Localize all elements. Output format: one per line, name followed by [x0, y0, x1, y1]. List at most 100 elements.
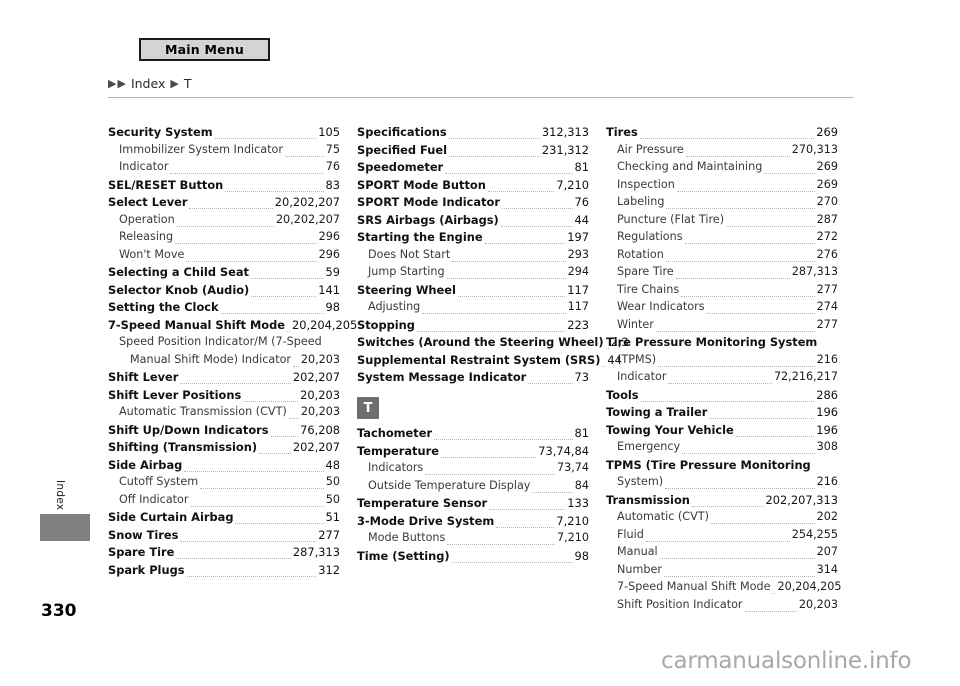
index-entry-leader	[735, 426, 815, 437]
index-entry[interactable]: Select Lever 20,202,207	[108, 194, 340, 210]
index-entry[interactable]: Speed Position Indicator/M (7-Speed	[108, 334, 340, 350]
index-entry[interactable]: Selector Knob (Audio) 141	[108, 282, 340, 298]
index-entry[interactable]: Security System 105	[108, 124, 340, 140]
index-entry[interactable]: SPORT Mode Indicator 76	[357, 194, 589, 210]
index-entry[interactable]: Emergency 308	[606, 439, 838, 455]
index-entry[interactable]: Setting the Clock 98	[108, 299, 340, 315]
index-entry[interactable]: Winter 277	[606, 317, 838, 333]
index-entry-page: 202,207	[292, 370, 340, 384]
index-entry[interactable]: Regulations 272	[606, 229, 838, 245]
index-entry[interactable]: Specifications 312,313	[357, 124, 589, 140]
index-entry[interactable]: Automatic Transmission (CVT) 20,203	[108, 404, 340, 420]
index-entry[interactable]: Spare Tire 287,313	[108, 544, 340, 560]
index-entry[interactable]: Won't Move 296	[108, 247, 340, 263]
index-entry-label: Rotation	[617, 247, 664, 261]
index-entry[interactable]: SEL/RESET Button 83	[108, 177, 340, 193]
index-entry[interactable]: (TPMS) 216	[606, 352, 838, 368]
index-entry[interactable]: Starting the Engine 197	[357, 229, 589, 245]
index-entry[interactable]: Cutoff System 50	[108, 474, 340, 490]
index-entry[interactable]: 3-Mode Drive System 7,210	[357, 513, 589, 529]
index-entry[interactable]: Indicators 73,74	[357, 460, 589, 476]
index-entry-page: 202,207,313	[765, 492, 838, 507]
index-entry[interactable]: Tire Pressure Monitoring System	[606, 334, 838, 350]
index-entry-leader	[655, 321, 815, 332]
index-entry[interactable]: Spark Plugs 312	[108, 562, 340, 578]
index-entry[interactable]: Mode Buttons 7,210	[357, 530, 589, 546]
index-entry[interactable]: Off Indicator 50	[108, 492, 340, 508]
index-entry-page: 105	[318, 125, 340, 139]
index-entry-leader	[243, 391, 299, 402]
index-entry-label: Specified Fuel	[357, 142, 447, 157]
index-entry[interactable]: Immobilizer System Indicator 75	[108, 142, 340, 158]
index-entry[interactable]: Rotation 276	[606, 247, 838, 263]
index-entry[interactable]: Shift Position Indicator 20,203	[606, 597, 838, 613]
index-entry-label: Spare Tire	[108, 545, 175, 559]
index-entry[interactable]: 7-Speed Manual Shift Mode 20,204,205	[606, 579, 842, 595]
index-entry[interactable]: Outside Temperature Display 84	[357, 478, 589, 494]
index-entry[interactable]: Spare Tire 287,313	[606, 264, 838, 280]
index-entry[interactable]: Puncture (Flat Tire) 287	[606, 212, 838, 228]
index-entry[interactable]: SRS Airbags (Airbags) 44	[357, 212, 589, 228]
index-entry-page: 48	[325, 457, 341, 472]
breadcrumb-item-index[interactable]: Index	[131, 76, 165, 91]
index-entry[interactable]: Shift Up/Down Indicators 76,208	[108, 422, 340, 438]
index-entry[interactable]: Shift Lever 202,207	[108, 369, 340, 385]
index-entry-leader	[288, 408, 299, 419]
index-entry[interactable]: SPORT Mode Button 7,210	[357, 177, 589, 193]
index-entry[interactable]: Specified Fuel 231,312	[357, 142, 589, 158]
index-entry[interactable]: Checking and Maintaining 269	[606, 159, 838, 175]
index-entry[interactable]: Stopping 223	[357, 317, 589, 333]
index-entry[interactable]: Jump Starting 294	[357, 264, 589, 280]
index-entry[interactable]: System Message Indicator 73	[357, 369, 589, 385]
index-entry[interactable]: Air Pressure 270,313	[606, 142, 838, 158]
index-entry[interactable]: Side Airbag 48	[108, 457, 340, 473]
index-entry[interactable]: Tires 269	[606, 124, 838, 140]
index-entry[interactable]: TPMS (Tire Pressure Monitoring	[606, 457, 838, 473]
index-entry[interactable]: Releasing 296	[108, 229, 340, 245]
index-entry-page: 73,74	[556, 461, 589, 474]
index-entry[interactable]: Does Not Start 293	[357, 247, 589, 263]
index-entry[interactable]: Snow Tires 277	[108, 527, 340, 543]
index-entry[interactable]: Shifting (Transmission) 202,207	[108, 439, 340, 455]
index-entry-page: 7,210	[556, 531, 589, 544]
index-entry[interactable]: Manual Shift Mode) Indicator 20,203	[108, 352, 340, 368]
index-entry[interactable]: Automatic (CVT) 202	[606, 509, 838, 525]
index-entry[interactable]: Side Curtain Airbag 51	[108, 509, 340, 525]
index-entry[interactable]: Indicator 76	[108, 159, 340, 175]
index-entry[interactable]: 7-Speed Manual Shift Mode 20,204,205	[108, 317, 357, 333]
index-entry[interactable]: Time (Setting) 98	[357, 548, 589, 564]
index-entry[interactable]: Adjusting 117	[357, 299, 589, 315]
index-entry[interactable]: Indicator 72,216,217	[606, 369, 838, 385]
index-entry[interactable]: Fluid 254,255	[606, 527, 838, 543]
index-entry[interactable]: Steering Wheel 117	[357, 282, 589, 298]
index-entry-leader	[709, 408, 815, 419]
breadcrumb-arrow-icon-2: ▶	[117, 76, 126, 90]
index-entry[interactable]: Supplemental Restraint System (SRS) 44	[357, 352, 622, 368]
breadcrumb-item-letter[interactable]: T	[184, 76, 192, 91]
index-entry[interactable]: Tachometer 81	[357, 425, 589, 441]
index-entry-label: Selector Knob (Audio)	[108, 282, 250, 297]
index-entry[interactable]: Switches (Around the Steering Wheel) 2,3	[357, 334, 629, 350]
index-entry[interactable]: Labeling 270	[606, 194, 838, 210]
index-entry[interactable]: Speedometer 81	[357, 159, 589, 175]
index-entry-leader	[676, 181, 815, 192]
index-entry[interactable]: Towing Your Vehicle 196	[606, 422, 838, 438]
index-entry[interactable]: Manual 207	[606, 544, 838, 560]
index-entry-page: 81	[574, 426, 590, 440]
index-entry[interactable]: Selecting a Child Seat 59	[108, 264, 340, 280]
index-entry[interactable]: Inspection 269	[606, 177, 838, 193]
index-entry[interactable]: Temperature Sensor 133	[357, 495, 589, 511]
index-entry[interactable]: Tire Chains 277	[606, 282, 838, 298]
index-entry-label: Side Airbag	[108, 457, 183, 472]
main-menu-button[interactable]: Main Menu	[139, 38, 270, 61]
index-entry[interactable]: Wear Indicators 274	[606, 299, 838, 315]
index-entry[interactable]: Towing a Trailer 196	[606, 404, 838, 420]
index-entry[interactable]: Transmission 202,207,313	[606, 492, 838, 508]
index-entry[interactable]: Operation 20,202,207	[108, 212, 340, 228]
index-entry[interactable]: System) 216	[606, 474, 838, 490]
index-entry[interactable]: Temperature 73,74,84	[357, 443, 589, 459]
index-entry[interactable]: Tools 286	[606, 387, 838, 403]
index-entry-page: 196	[816, 422, 838, 437]
index-entry[interactable]: Shift Lever Positions 20,203	[108, 387, 340, 403]
index-entry[interactable]: Number 314	[606, 562, 838, 578]
